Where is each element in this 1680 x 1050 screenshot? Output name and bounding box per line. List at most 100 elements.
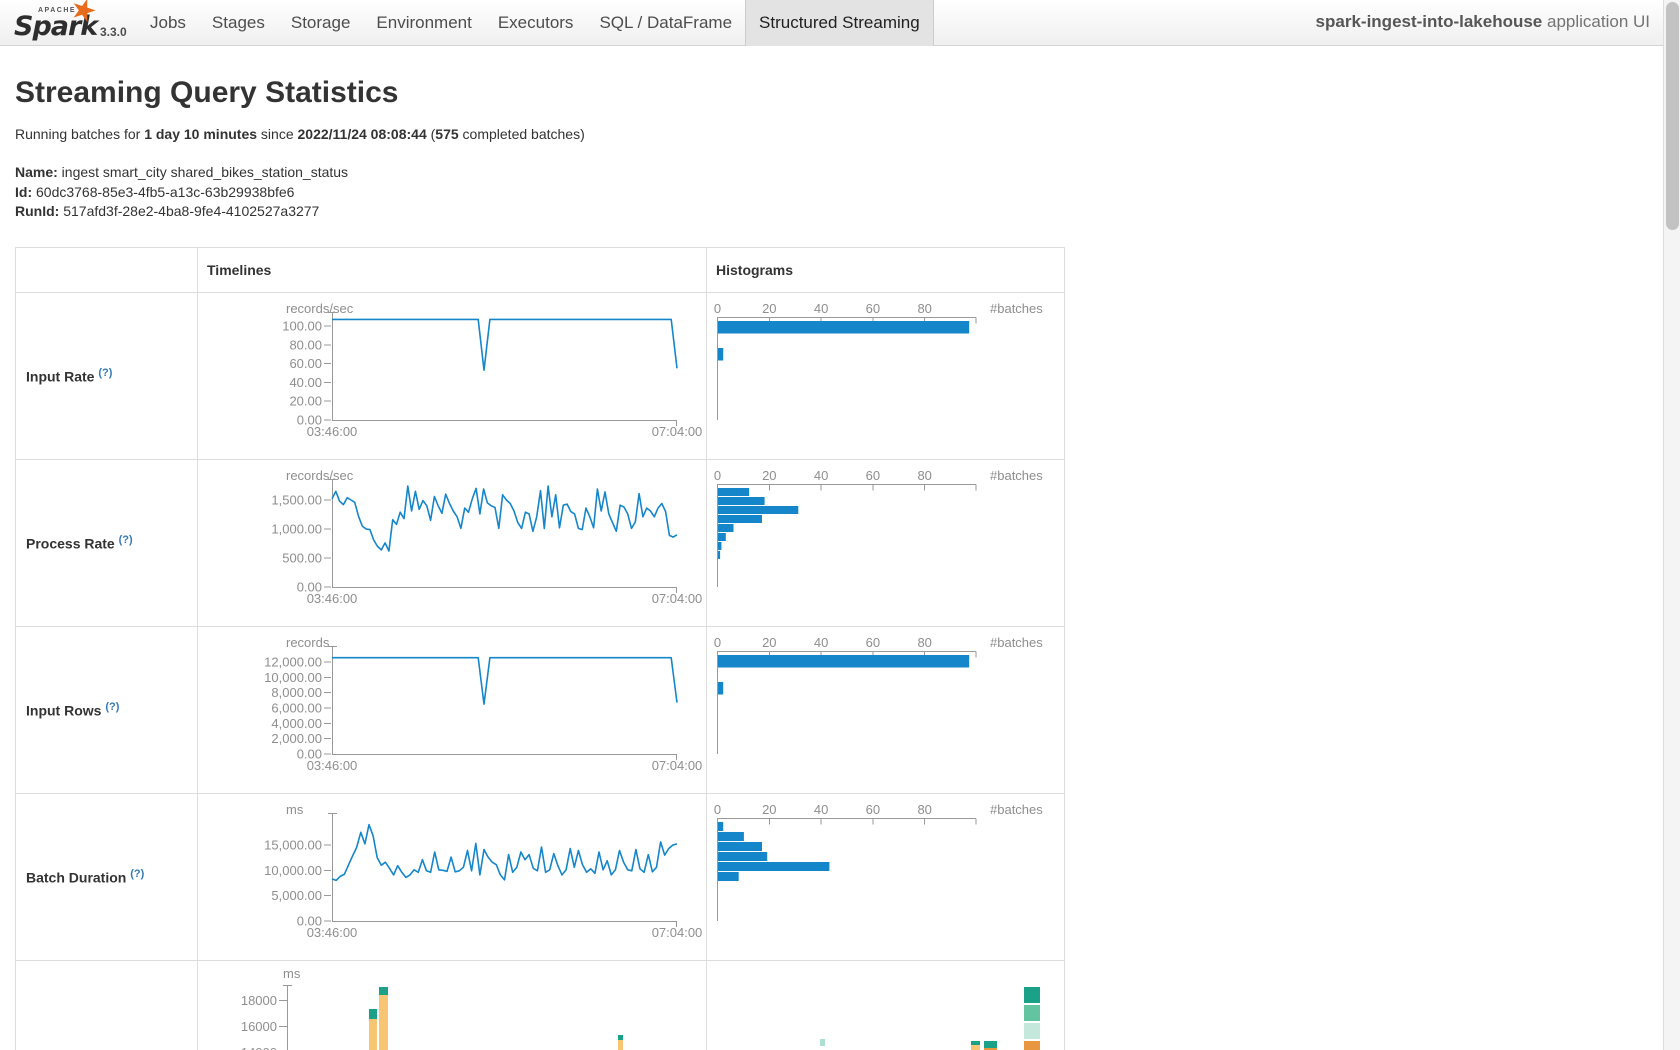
svg-text:8,000.00: 8,000.00 — [271, 685, 322, 700]
completed-batches-count: 575 — [435, 126, 458, 142]
svg-text:0: 0 — [714, 802, 721, 817]
svg-text:40: 40 — [814, 802, 828, 817]
navbar: APACHE Spark ★ 3.3.0 Jobs Stages Storage… — [0, 0, 1680, 46]
table-border — [15, 247, 16, 1050]
name-label: Name: — [15, 164, 58, 180]
runid-label: RunId: — [15, 203, 59, 219]
tab-sql-dataframe[interactable]: SQL / DataFrame — [586, 0, 745, 46]
running-since-text: since — [257, 126, 297, 142]
row5-stacked-bar-segment — [369, 1009, 377, 1019]
svg-text:80.00: 80.00 — [289, 337, 322, 352]
tab-executors[interactable]: Executors — [485, 0, 587, 46]
svg-text:ms: ms — [286, 802, 304, 817]
row5-tick-label: 16000 — [197, 1019, 277, 1034]
svg-text:40: 40 — [814, 301, 828, 316]
tab-environment[interactable]: Environment — [363, 0, 484, 46]
row5-legend-swatch — [1024, 1023, 1040, 1039]
page-title: Streaming Query Statistics — [15, 76, 398, 110]
process-rate-timeline-chart: records/sec1,500.001,000.00500.000.0003:… — [197, 459, 706, 631]
running-since-value: 2022/11/24 08:08:44 — [298, 126, 427, 142]
tab-jobs[interactable]: Jobs — [137, 0, 199, 46]
row5-y-axis — [287, 985, 288, 1050]
svg-text:4,000.00: 4,000.00 — [271, 716, 322, 731]
table-border — [15, 247, 1064, 248]
row5-tick-label: 14000 — [197, 1045, 277, 1050]
spark-logo: APACHE Spark ★ — [14, 2, 110, 44]
svg-text:records: records — [286, 635, 330, 650]
svg-text:03:46:00: 03:46:00 — [307, 925, 358, 940]
row5-stacked-bar-segment — [618, 1040, 623, 1050]
svg-text:40.00: 40.00 — [289, 375, 322, 390]
svg-text:#batches: #batches — [990, 301, 1043, 316]
row5-stacked-bar-segment — [971, 1045, 980, 1050]
svg-text:80: 80 — [917, 301, 931, 316]
row5-stacked-bar-segment — [379, 995, 388, 1050]
input-rows-histogram-chart: 020406080#batches — [706, 626, 1064, 798]
app-title-suffix: application UI — [1542, 12, 1650, 31]
svg-text:20: 20 — [762, 802, 776, 817]
svg-text:15,000.00: 15,000.00 — [264, 837, 322, 852]
svg-text:03:46:00: 03:46:00 — [307, 591, 358, 606]
row5-stacked-bar-segment — [820, 1039, 825, 1046]
svg-text:5,000.00: 5,000.00 — [271, 888, 322, 903]
scrollbar-thumb[interactable] — [1666, 2, 1679, 230]
header-timelines: Timelines — [207, 262, 271, 278]
svg-text:#batches: #batches — [990, 468, 1043, 483]
spark-ui-page: APACHE Spark ★ 3.3.0 Jobs Stages Storage… — [0, 0, 1680, 1050]
input-rate-timeline-chart: records/sec100.0080.0060.0040.0020.000.0… — [197, 292, 706, 464]
svg-text:0: 0 — [714, 301, 721, 316]
row-label-input-rows: Input Rows (?) — [26, 700, 119, 719]
tab-stages[interactable]: Stages — [199, 0, 278, 46]
svg-text:40: 40 — [814, 468, 828, 483]
svg-text:03:46:00: 03:46:00 — [307, 758, 358, 773]
runid-value: 517afd3f-28e2-4ba8-9fe4-4102527a3277 — [59, 203, 319, 219]
row-label-batch-duration: Batch Duration (?) — [26, 867, 144, 886]
tab-structured-streaming[interactable]: Structured Streaming — [745, 0, 934, 46]
svg-text:20.00: 20.00 — [289, 394, 322, 409]
svg-text:07:04:00: 07:04:00 — [652, 424, 703, 439]
svg-text:60: 60 — [866, 468, 880, 483]
svg-text:1,500.00: 1,500.00 — [271, 493, 322, 508]
nav-tabs: Jobs Stages Storage Environment Executor… — [137, 0, 934, 46]
svg-text:60: 60 — [866, 802, 880, 817]
svg-text:10,000.00: 10,000.00 — [264, 863, 322, 878]
input-rows-timeline-chart: records12,000.0010,000.008,000.006,000.0… — [197, 626, 706, 798]
row5-unit-label: ms — [283, 966, 300, 981]
batch-duration-help-link[interactable]: (?) — [130, 868, 144, 880]
running-paren: ( — [427, 126, 436, 142]
svg-text:records/sec: records/sec — [286, 301, 354, 316]
running-duration: 1 day 10 minutes — [144, 126, 257, 142]
batch-duration-histogram-chart: 020406080#batches — [706, 793, 1064, 965]
svg-text:6,000.00: 6,000.00 — [271, 700, 322, 715]
svg-text:20: 20 — [762, 301, 776, 316]
input-rows-help-link[interactable]: (?) — [105, 701, 119, 713]
svg-text:40: 40 — [814, 635, 828, 650]
id-label: Id: — [15, 184, 32, 200]
tab-storage[interactable]: Storage — [278, 0, 364, 46]
svg-text:07:04:00: 07:04:00 — [652, 758, 703, 773]
row5-stacked-bar-segment — [379, 987, 388, 995]
row5-axis-top-tick — [283, 985, 292, 986]
query-runid-line: RunId: 517afd3f-28e2-4ba8-9fe4-4102527a3… — [15, 203, 319, 219]
process-rate-histogram-chart: 020406080#batches — [706, 459, 1064, 631]
input-rate-help-link[interactable]: (?) — [98, 367, 112, 379]
svg-text:100.00: 100.00 — [282, 319, 322, 334]
svg-text:#batches: #batches — [990, 802, 1043, 817]
svg-text:80: 80 — [917, 635, 931, 650]
row5-legend-swatch — [1024, 1005, 1040, 1021]
svg-text:records/sec: records/sec — [286, 468, 354, 483]
name-value: ingest smart_city shared_bikes_station_s… — [58, 164, 348, 180]
running-suffix: completed batches) — [459, 126, 585, 142]
process-rate-help-link[interactable]: (?) — [119, 534, 133, 546]
svg-text:1,000.00: 1,000.00 — [271, 522, 322, 537]
svg-text:60.00: 60.00 — [289, 356, 322, 371]
svg-text:60: 60 — [866, 635, 880, 650]
header-histograms: Histograms — [716, 262, 793, 278]
svg-text:10,000.00: 10,000.00 — [264, 670, 322, 685]
svg-text:60: 60 — [866, 301, 880, 316]
svg-text:0: 0 — [714, 635, 721, 650]
app-name: spark-ingest-into-lakehouse — [1316, 12, 1543, 31]
svg-text:03:46:00: 03:46:00 — [307, 424, 358, 439]
id-value: 60dc3768-85e3-4fb5-a13c-63b29938bfe6 — [32, 184, 294, 200]
running-batches-line: Running batches for 1 day 10 minutes sin… — [15, 126, 585, 142]
